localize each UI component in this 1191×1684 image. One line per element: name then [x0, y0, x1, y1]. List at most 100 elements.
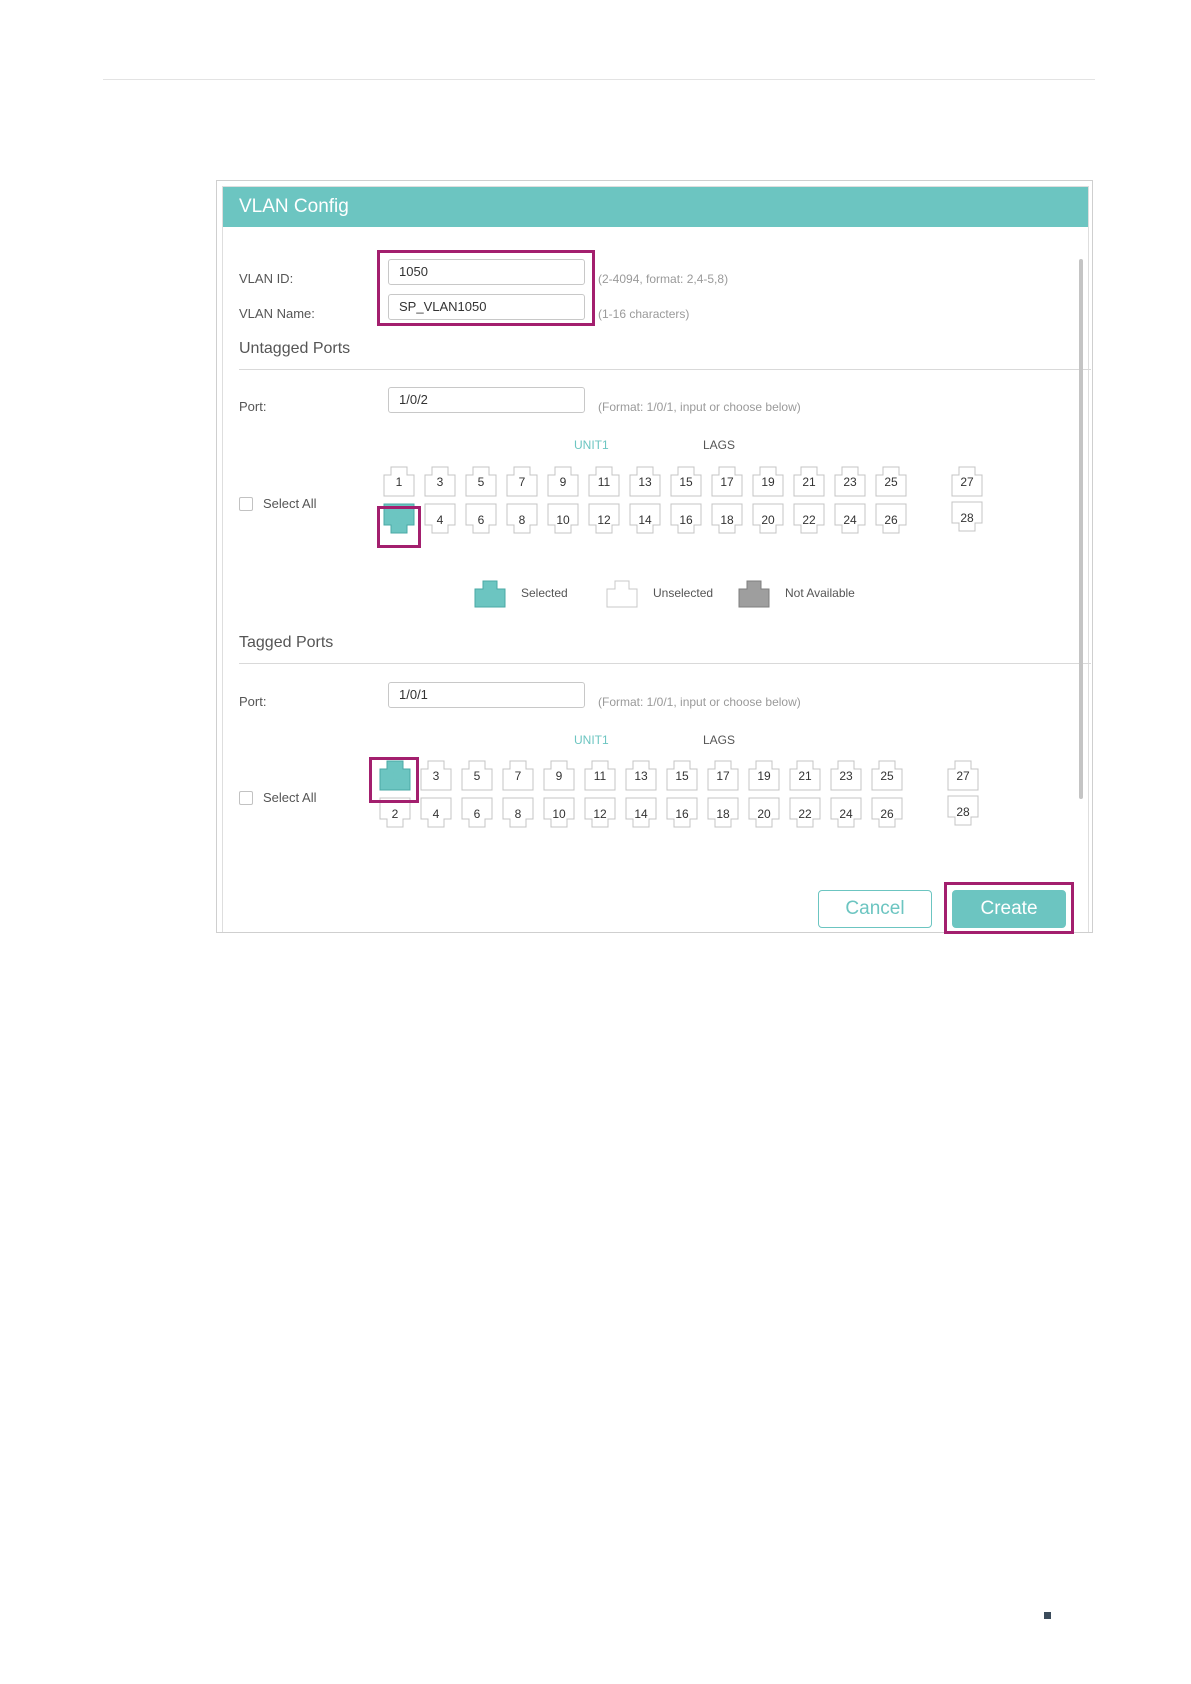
tagged-port-22[interactable]: 22	[789, 797, 821, 829]
tagged-port-4[interactable]: 4	[420, 797, 452, 829]
untagged-port-9[interactable]: 9	[547, 465, 579, 497]
tagged-port-number: 20	[757, 807, 771, 821]
tagged-select-all[interactable]: Select All	[239, 790, 316, 805]
vlan-name-input[interactable]: SP_VLAN1050	[388, 294, 585, 320]
untagged-select-all-checkbox[interactable]	[239, 496, 253, 511]
untagged-port-14[interactable]: 14	[629, 503, 661, 535]
tagged-port-input[interactable]: 1/0/1	[388, 682, 585, 708]
untagged-port-16[interactable]: 16	[670, 503, 702, 535]
legend-not-available-label: Not Available	[785, 586, 855, 600]
vlan-id-label: VLAN ID:	[239, 271, 294, 286]
untagged-port-19[interactable]: 19	[752, 465, 784, 497]
untagged-port-25[interactable]: 25	[875, 465, 907, 497]
tagged-port-number: 14	[634, 807, 648, 821]
tagged-port-9[interactable]: 9	[543, 759, 575, 791]
untagged-port-27[interactable]: 27	[951, 465, 983, 497]
untagged-port-11[interactable]: 11	[588, 465, 620, 497]
tagged-port-number: 27	[956, 769, 970, 783]
untagged-port-23[interactable]: 23	[834, 465, 866, 497]
untagged-port-28[interactable]: 28	[951, 501, 983, 533]
untagged-section-rule	[239, 369, 1091, 370]
untagged-port-hint: (Format: 1/0/1, input or choose below)	[598, 400, 801, 414]
untagged-port-24[interactable]: 24	[834, 503, 866, 535]
tagged-port-10[interactable]: 10	[543, 797, 575, 829]
tagged-port-number: 11	[593, 769, 607, 783]
tagged-port-13[interactable]: 13	[625, 759, 657, 791]
untagged-port-number: 16	[679, 513, 693, 527]
untagged-port-6[interactable]: 6	[465, 503, 497, 535]
dialog-frame: VLAN Config VLAN ID: 1050 (2-4094, forma…	[222, 186, 1091, 934]
tagged-lags-label: LAGS	[703, 733, 736, 747]
untagged-port-12[interactable]: 12	[588, 503, 620, 535]
untagged-port-number: 12	[597, 513, 611, 527]
tagged-port-26[interactable]: 26	[871, 797, 903, 829]
untagged-port-number: 17	[720, 475, 734, 489]
untagged-port-10[interactable]: 10	[547, 503, 579, 535]
tagged-port-20[interactable]: 20	[748, 797, 780, 829]
untagged-port-number: 15	[679, 475, 693, 489]
tagged-port-12[interactable]: 12	[584, 797, 616, 829]
untagged-port-number: 2	[395, 513, 403, 527]
tagged-port-number: 21	[798, 769, 812, 783]
tagged-port-15[interactable]: 15	[666, 759, 698, 791]
untagged-port-number: 11	[597, 475, 611, 489]
untagged-port-input[interactable]: 1/0/2	[388, 387, 585, 413]
tagged-select-all-checkbox[interactable]	[239, 790, 253, 805]
untagged-port-number: 20	[761, 513, 775, 527]
untagged-port-5[interactable]: 5	[465, 465, 497, 497]
tagged-port-14[interactable]: 14	[625, 797, 657, 829]
tagged-port-8[interactable]: 8	[502, 797, 534, 829]
port-legend: Selected Unselected Not Available	[473, 577, 933, 611]
untagged-port-18[interactable]: 18	[711, 503, 743, 535]
untagged-port-15[interactable]: 15	[670, 465, 702, 497]
tagged-port-3[interactable]: 3	[420, 759, 452, 791]
tagged-port-number: 2	[391, 807, 399, 821]
tagged-port-2[interactable]: 2	[379, 797, 411, 829]
untagged-port-26[interactable]: 26	[875, 503, 907, 535]
tagged-port-18[interactable]: 18	[707, 797, 739, 829]
tagged-port-23[interactable]: 23	[830, 759, 862, 791]
untagged-port-1[interactable]: 1	[383, 465, 415, 497]
tagged-port-25[interactable]: 25	[871, 759, 903, 791]
tagged-port-number: 6	[473, 807, 481, 821]
untagged-port-4[interactable]: 4	[424, 503, 456, 535]
untagged-port-8[interactable]: 8	[506, 503, 538, 535]
untagged-port-number: 14	[638, 513, 652, 527]
legend-selected: Selected	[473, 577, 568, 609]
untagged-port-21[interactable]: 21	[793, 465, 825, 497]
untagged-port-number: 27	[960, 475, 974, 489]
tagged-port-number: 22	[798, 807, 812, 821]
tagged-port-number: 25	[880, 769, 894, 783]
tagged-port-11[interactable]: 11	[584, 759, 616, 791]
dialog-scrollbar[interactable]	[1079, 259, 1083, 799]
tagged-port-6[interactable]: 6	[461, 797, 493, 829]
tagged-port-17[interactable]: 17	[707, 759, 739, 791]
untagged-port-number: 9	[559, 475, 567, 489]
untagged-port-number: 5	[477, 475, 485, 489]
untagged-port-number: 7	[518, 475, 526, 489]
tagged-port-number: 16	[675, 807, 689, 821]
untagged-port-number: 25	[884, 475, 898, 489]
create-button[interactable]: Create	[952, 890, 1066, 928]
cancel-button[interactable]: Cancel	[818, 890, 932, 928]
untagged-port-7[interactable]: 7	[506, 465, 538, 497]
tagged-port-1[interactable]: 1	[379, 759, 411, 791]
vlan-id-input[interactable]: 1050	[388, 259, 585, 285]
untagged-select-all[interactable]: Select All	[239, 496, 316, 511]
untagged-port-3[interactable]: 3	[424, 465, 456, 497]
untagged-port-2[interactable]: 2	[383, 503, 415, 535]
untagged-port-17[interactable]: 17	[711, 465, 743, 497]
tagged-port-28[interactable]: 28	[947, 795, 979, 827]
untagged-port-number: 26	[884, 513, 898, 527]
untagged-port-20[interactable]: 20	[752, 503, 784, 535]
tagged-port-5[interactable]: 5	[461, 759, 493, 791]
tagged-port-7[interactable]: 7	[502, 759, 534, 791]
untagged-port-13[interactable]: 13	[629, 465, 661, 497]
tagged-port-27[interactable]: 27	[947, 759, 979, 791]
tagged-port-24[interactable]: 24	[830, 797, 862, 829]
tagged-port-21[interactable]: 21	[789, 759, 821, 791]
tagged-port-16[interactable]: 16	[666, 797, 698, 829]
untagged-port-number: 19	[761, 475, 775, 489]
tagged-port-19[interactable]: 19	[748, 759, 780, 791]
untagged-port-22[interactable]: 22	[793, 503, 825, 535]
